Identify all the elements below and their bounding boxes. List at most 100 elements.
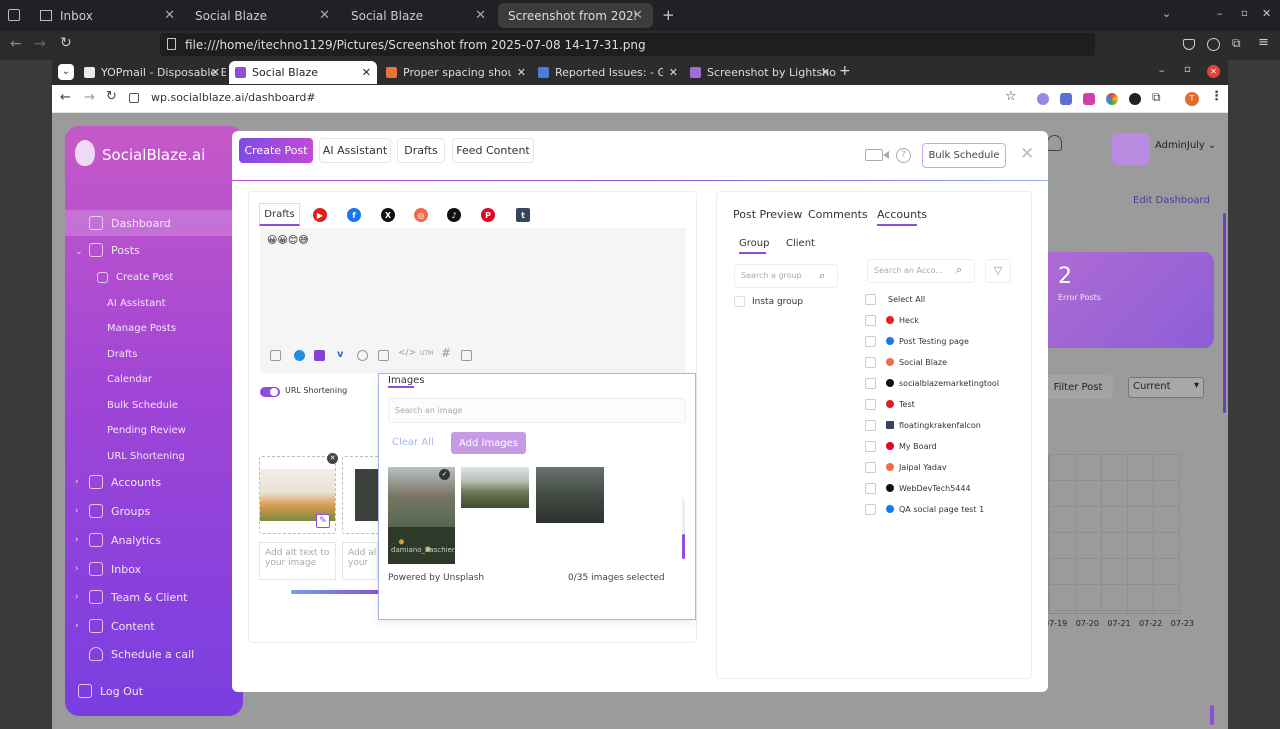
outer-tab[interactable]: Social Blaze ✕ <box>341 3 496 28</box>
sidebar-subitem-ai-assistant[interactable]: AI Assistant <box>65 292 243 314</box>
maximize-icon[interactable]: ▫ <box>1241 8 1248 19</box>
gallery-icon[interactable] <box>378 350 389 361</box>
search-icon[interactable]: ⌕ <box>956 263 962 277</box>
tab-feed-content[interactable]: Feed Content <box>452 138 534 163</box>
account-row[interactable]: Jaipal Yadav <box>865 459 947 475</box>
checkbox[interactable] <box>865 356 876 368</box>
media-library-icon[interactable] <box>461 350 472 361</box>
close-icon[interactable]: ✕ <box>211 66 220 79</box>
sidebar-item-content[interactable]: Content <box>65 615 243 637</box>
extension-icon[interactable] <box>1129 93 1141 105</box>
tab-group[interactable]: Group <box>739 238 769 249</box>
add-images-button[interactable]: Add Images <box>451 432 526 454</box>
outer-address-bar[interactable]: file:///home/itechno1129/Pictures/Screen… <box>160 33 1095 56</box>
clear-all-button[interactable]: Clear All <box>392 437 434 448</box>
back-icon[interactable]: ← <box>60 90 71 105</box>
account-row[interactable]: My Board <box>865 438 937 454</box>
checkbox[interactable] <box>865 335 876 347</box>
site-info-icon[interactable] <box>129 93 139 103</box>
facebook-icon[interactable]: f <box>347 208 361 222</box>
outer-tab[interactable]: Social Blaze ✕ <box>185 3 340 28</box>
outer-tab[interactable]: Inbox ✕ <box>30 3 185 28</box>
canva-icon[interactable] <box>294 350 305 361</box>
checkbox[interactable] <box>865 398 876 410</box>
account-row[interactable]: floatingkrakenfalcon <box>865 417 981 433</box>
new-tab-icon[interactable]: + <box>662 6 675 24</box>
video-icon[interactable] <box>865 149 883 161</box>
tab-accounts[interactable]: Accounts <box>877 208 927 221</box>
sidebar-item-analytics[interactable]: Analytics <box>65 529 243 551</box>
checkbox[interactable] <box>865 293 876 305</box>
sidebar-subitem-pending-review[interactable]: Pending Review <box>65 419 243 441</box>
reload-icon[interactable]: ↻ <box>60 35 72 51</box>
group-checkbox[interactable] <box>734 296 745 307</box>
tab-comments[interactable]: Comments <box>808 208 868 221</box>
checkbox[interactable] <box>865 419 876 431</box>
bulk-schedule-button[interactable]: Bulk Schedule <box>922 143 1006 168</box>
remove-media-icon[interactable]: ✕ <box>327 453 338 464</box>
account-search-input[interactable]: Search an Acco... ⌕ <box>867 259 975 283</box>
sidebar-subitem-calendar[interactable]: Calendar <box>65 368 243 390</box>
sidebar-subitem-bulk-schedule[interactable]: Bulk Schedule <box>65 394 243 416</box>
sidebar-subitem-manage-posts[interactable]: Manage Posts <box>65 317 243 339</box>
filter-post-button[interactable]: Filter Post <box>1043 375 1113 399</box>
close-icon[interactable]: ✕ <box>475 8 486 23</box>
editor-content[interactable]: 😀😀😊😅 <box>267 235 309 246</box>
tab-post-preview[interactable]: Post Preview <box>733 208 802 221</box>
emoji-icon[interactable] <box>357 350 368 361</box>
tab-create-post[interactable]: Create Post <box>239 138 313 163</box>
inner-address-bar[interactable]: wp.socialblaze.ai/dashboard# <box>151 91 316 104</box>
user-name[interactable]: AdminJuly ⌄ <box>1155 140 1216 151</box>
tab-overview-icon[interactable] <box>8 9 20 21</box>
close-icon[interactable]: ✕ <box>362 66 371 79</box>
account-row[interactable]: QA social page test 1 <box>865 501 984 517</box>
image-thumbnail-selected[interactable]: damiano_baschiera <box>388 467 455 564</box>
account-row[interactable]: socialblazemarketingtool <box>865 375 999 391</box>
filter-icon[interactable]: ▽ <box>985 259 1011 283</box>
scrollbar-thumb[interactable] <box>1210 705 1214 725</box>
inner-tab-active[interactable]: Social Blaze ✕ <box>229 61 377 84</box>
sidebar-item-dashboard[interactable]: Dashboard <box>65 210 243 236</box>
ai-image-icon[interactable] <box>314 350 325 361</box>
group-search-input[interactable]: Search a group ⌕ <box>734 264 838 288</box>
checkbox[interactable] <box>865 314 876 326</box>
tab-search-icon[interactable]: ⌄ <box>58 64 74 80</box>
popup-scrollbar-thumb[interactable] <box>682 534 685 559</box>
menu-icon[interactable]: ≡ <box>1258 35 1269 50</box>
close-icon[interactable]: ✕ <box>1020 144 1034 164</box>
tab-drafts[interactable]: Drafts <box>397 138 445 163</box>
checkbox[interactable] <box>865 503 876 515</box>
outer-tab-active[interactable]: Screenshot from 2025-07-08✕ <box>498 3 653 28</box>
tumblr-icon[interactable]: t <box>516 208 530 222</box>
account-icon[interactable] <box>1207 38 1220 51</box>
logout-button[interactable]: Log Out <box>65 680 243 702</box>
account-row[interactable]: Heck <box>865 312 919 328</box>
sidebar-subitem-url-shortening[interactable]: URL Shortening <box>65 445 243 467</box>
bookmark-star-icon[interactable]: ☆ <box>1005 89 1017 104</box>
help-icon[interactable]: ? <box>896 148 911 163</box>
code-icon[interactable]: </> <box>398 348 416 358</box>
hashtag-icon[interactable]: # <box>441 346 451 360</box>
checkbox[interactable] <box>865 440 876 452</box>
bell-icon[interactable] <box>1047 135 1062 151</box>
sidebar-item-groups[interactable]: Groups <box>65 500 243 522</box>
extensions-puzzle-icon[interactable]: ⧉ <box>1152 90 1161 105</box>
alt-text-input[interactable]: Add alt text to your image <box>259 542 336 580</box>
edit-icon[interactable]: ✎ <box>316 514 330 528</box>
image-thumbnail[interactable] <box>536 467 604 523</box>
edit-dashboard-link[interactable]: Edit Dashboard <box>1133 195 1210 206</box>
sidebar-subitem-drafts[interactable]: Drafts <box>65 343 243 365</box>
sidebar-item-schedule-call[interactable]: Schedule a call <box>65 643 243 665</box>
extension-icon[interactable] <box>1083 93 1095 105</box>
extension-icon[interactable] <box>1060 93 1072 105</box>
scrollbar[interactable] <box>1223 213 1226 413</box>
close-icon[interactable]: ✕ <box>632 8 643 23</box>
checkbox[interactable] <box>865 482 876 494</box>
image-thumbnail[interactable] <box>461 467 529 508</box>
checkbox[interactable] <box>865 377 876 389</box>
close-window-icon[interactable]: ✕ <box>1262 7 1271 20</box>
close-icon[interactable]: ✕ <box>319 8 330 23</box>
instagram-icon[interactable]: ◎ <box>414 208 428 222</box>
close-icon[interactable]: ✕ <box>669 66 678 79</box>
restore-icon[interactable]: ▫ <box>1184 64 1191 75</box>
